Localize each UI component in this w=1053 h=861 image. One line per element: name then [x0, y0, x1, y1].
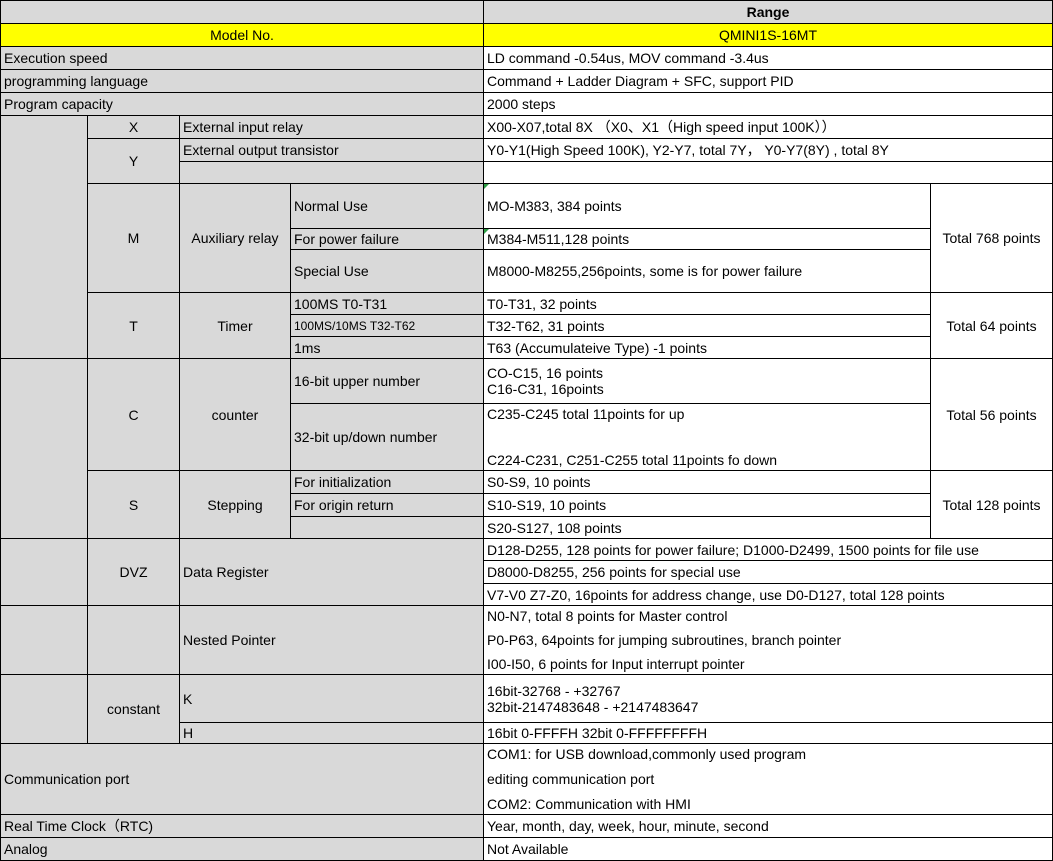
model-no-value: QMINI1S-16MT [483, 23, 1053, 47]
y-name: External output transistor [179, 138, 484, 162]
dvz-name: Data Register [179, 538, 484, 606]
y-blank-name [179, 161, 484, 184]
constant-k-label: K [179, 674, 484, 723]
pointer-group-blank [0, 605, 88, 675]
spec-table: Range Model No. QMINI1S-16MT Execution s… [0, 0, 1053, 861]
comm-port-line: COM1: for USB download,commonly used pro… [487, 746, 807, 762]
m-normal-label: Normal Use [290, 183, 484, 229]
t-1ms-value: T63 (Accumulateive Type) -1 points [483, 336, 931, 359]
dvz-code: DVZ [87, 538, 180, 606]
c-name: counter [179, 358, 291, 471]
s-name: Stepping [179, 470, 291, 539]
comm-port-values: COM1: for USB download,commonly used pro… [483, 743, 1053, 815]
pointer-blank-code [87, 605, 180, 675]
header-blank-cell [0, 0, 484, 24]
x-name: External input relay [179, 115, 484, 139]
s-init-value: S0-S9, 10 points [483, 470, 931, 494]
s-general-value: S20-S127, 108 points [483, 516, 931, 539]
m-special-label: Special Use [290, 249, 484, 293]
rtc-label: Real Time Clock（RTC) [0, 814, 484, 838]
c-32bit-line: C235-C245 total 11points for up [487, 406, 685, 422]
dvz-value-2: D8000-D8255, 256 points for special use [483, 560, 1053, 584]
pointer-values: N0-N7, total 8 points for Master control… [483, 605, 1053, 675]
comm-port-line: editing communication port [487, 771, 655, 787]
cell-note-marker [484, 184, 489, 189]
c-32bit-label: 32-bit up/down number [290, 403, 484, 471]
dvz-group-blank [0, 538, 88, 606]
c-code: C [87, 358, 180, 471]
rtc-value: Year, month, day, week, hour, minute, se… [483, 814, 1053, 838]
m-code: M [87, 183, 180, 293]
t-code: T [87, 292, 180, 359]
pointer-line: I00-I50, 6 points for Input interrupt po… [487, 656, 745, 672]
s-code: S [87, 470, 180, 539]
range-header: Range [483, 0, 1053, 24]
m-special-value: M8000-M8255,256points, some is for power… [483, 249, 931, 293]
comm-port-line: COM2: Communication with HMI [487, 796, 691, 812]
x-value: X00-X07,total 8X （X0、X1（High speed input… [483, 115, 1053, 139]
t-1ms-label: 1ms [290, 336, 484, 359]
constant-k-line: 16bit-32768 - +32767 [487, 682, 621, 699]
m-power-value: M384-M511,128 points [483, 228, 931, 250]
m-normal-value: MO-M383, 384 points [483, 183, 931, 229]
io-group-blank [0, 115, 88, 359]
pointer-line: P0-P63, 64points for jumping subroutines… [487, 632, 842, 648]
constant-k-line: 32bit-2147483648 - +2147483647 [487, 698, 699, 715]
t-total: Total 64 points [930, 292, 1053, 359]
execution-speed-label: Execution speed [0, 46, 484, 70]
s-blank-label [290, 516, 484, 539]
constant-name: constant [87, 674, 180, 744]
programming-language-label: programming language [0, 69, 484, 93]
analog-value: Not Available [483, 837, 1053, 861]
s-origin-value: S10-S19, 10 points [483, 493, 931, 517]
m-name: Auxiliary relay [179, 183, 291, 293]
y-blank-value [483, 161, 1053, 184]
s-origin-label: For origin return [290, 493, 484, 517]
c-16bit-line: C16-C31, 16points [487, 381, 604, 397]
t-10ms-value: T32-T62, 31 points [483, 314, 931, 337]
c-32bit-line: C224-C231, C251-C255 total 11points fo d… [487, 452, 778, 468]
pointer-line: N0-N7, total 8 points for Master control [487, 608, 728, 624]
cs-group-blank [0, 358, 88, 539]
analog-label: Analog [0, 837, 484, 861]
cell-note-marker [484, 229, 489, 234]
c-16bit-line: CO-C15, 16 points [487, 365, 603, 381]
y-code: Y [87, 138, 180, 184]
c-32bit-values: C235-C245 total 11points for up C224-C23… [483, 403, 931, 471]
programming-language-value: Command + Ladder Diagram + SFC, support … [483, 69, 1053, 93]
s-init-label: For initialization [290, 470, 484, 494]
t-100ms-value: T0-T31, 32 points [483, 292, 931, 315]
model-no-label: Model No. [0, 23, 484, 47]
y-value: Y0-Y1(High Speed 100K), Y2-Y7, total 7Y，… [483, 138, 1053, 162]
t-10ms-label: 100MS/10MS T32-T62 [290, 314, 484, 337]
m-total: Total 768 points [930, 183, 1053, 293]
constant-group-blank [0, 674, 88, 744]
dvz-value-1: D128-D255, 128 points for power failure;… [483, 538, 1053, 561]
c-16bit-label: 16-bit upper number [290, 358, 484, 404]
constant-h-value: 16bit 0-FFFFH 32bit 0-FFFFFFFFH [483, 722, 1053, 744]
constant-k-values: 16bit-32768 - +32767 32bit-2147483648 - … [483, 674, 1053, 723]
x-code: X [87, 115, 180, 139]
program-capacity-label: Program capacity [0, 92, 484, 116]
t-100ms-label: 100MS T0-T31 [290, 292, 484, 315]
comm-port-label: Communication port [0, 743, 484, 815]
t-name: Timer [179, 292, 291, 359]
s-total: Total 128 points [930, 470, 1053, 539]
execution-speed-value: LD command -0.54us, MOV command -3.4us [483, 46, 1053, 70]
program-capacity-value: 2000 steps [483, 92, 1053, 116]
m-power-label: For power failure [290, 228, 484, 250]
constant-h-label: H [179, 722, 484, 744]
dvz-value-3: V7-V0 Z7-Z0, 16points for address change… [483, 583, 1053, 606]
c-total: Total 56 points [930, 358, 1053, 471]
c-16bit-values: CO-C15, 16 points C16-C31, 16points [483, 358, 931, 404]
pointer-name: Nested Pointer [179, 605, 484, 675]
